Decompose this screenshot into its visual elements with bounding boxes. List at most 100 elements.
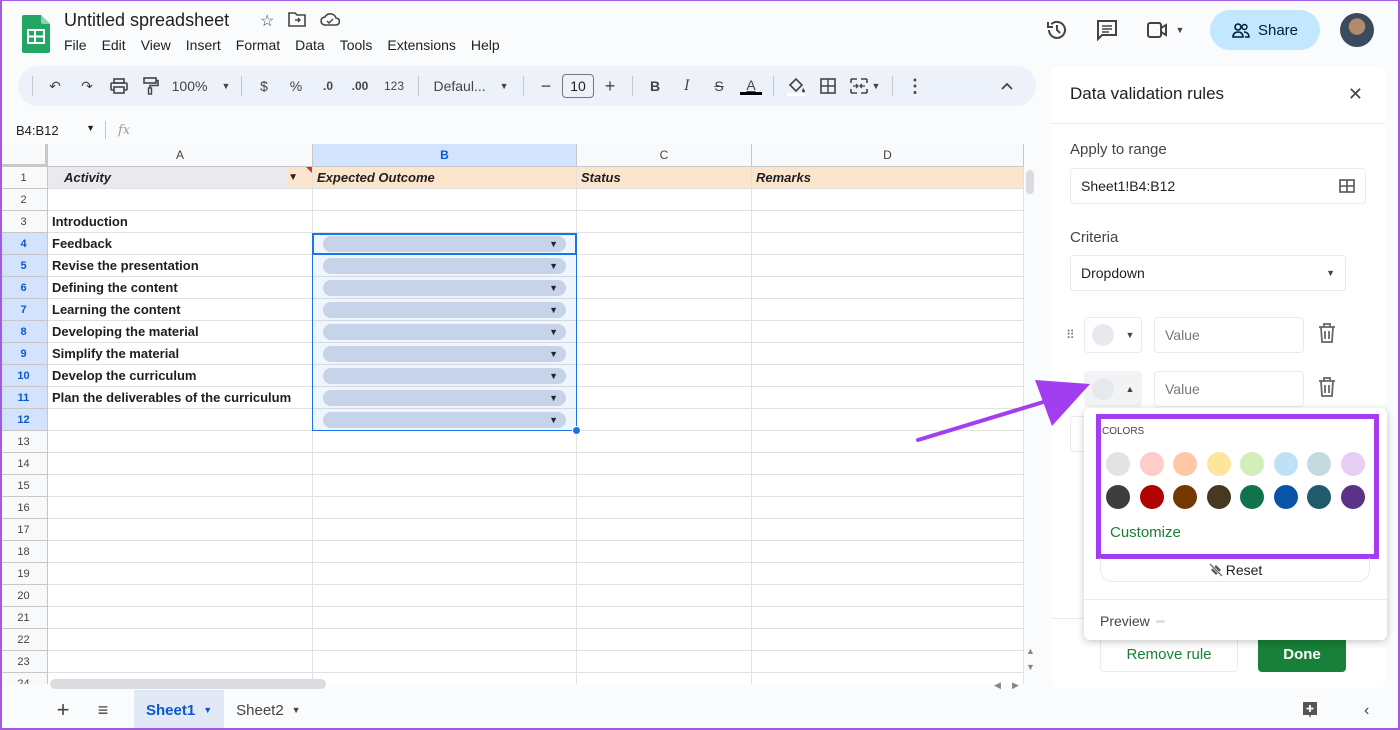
cell-b23[interactable] bbox=[313, 651, 577, 673]
cell-b19[interactable] bbox=[313, 563, 577, 585]
chevron-down-icon[interactable]: ▼ bbox=[292, 705, 301, 715]
cell-c12[interactable] bbox=[577, 409, 752, 431]
range-input[interactable]: Sheet1!B4:B12 bbox=[1070, 168, 1366, 204]
fill-color-icon[interactable] bbox=[781, 72, 811, 100]
option-value-input[interactable]: Value bbox=[1154, 371, 1304, 407]
cell-d19[interactable] bbox=[752, 563, 1024, 585]
vertical-scrollbar[interactable] bbox=[1026, 170, 1034, 194]
cell-d2[interactable] bbox=[752, 189, 1024, 211]
dark-color-swatch-8[interactable] bbox=[1340, 485, 1365, 509]
meet-icon[interactable]: ▼ bbox=[1140, 13, 1190, 47]
row-header[interactable]: 8 bbox=[0, 321, 48, 343]
cell-a3[interactable]: Introduction bbox=[48, 211, 313, 233]
cell-c1[interactable]: Status bbox=[577, 167, 752, 189]
dark-color-swatch-5[interactable] bbox=[1240, 485, 1264, 509]
cell-a22[interactable] bbox=[48, 629, 313, 651]
row-header[interactable]: 7 bbox=[0, 299, 48, 321]
cell-d1[interactable]: Remarks bbox=[752, 167, 1024, 189]
remove-rule-button[interactable]: Remove rule bbox=[1100, 636, 1238, 672]
cell-c16[interactable] bbox=[577, 497, 752, 519]
light-color-swatch-6[interactable] bbox=[1273, 452, 1298, 476]
cell-a2[interactable] bbox=[48, 189, 313, 211]
dropdown-chip[interactable]: ▼ bbox=[323, 324, 566, 340]
column-header-b[interactable]: B bbox=[313, 144, 577, 167]
row-header[interactable]: 18 bbox=[0, 541, 48, 563]
version-history-icon[interactable] bbox=[1040, 13, 1074, 47]
dark-color-swatch-2[interactable] bbox=[1139, 485, 1164, 509]
delete-icon[interactable] bbox=[1318, 322, 1336, 348]
meet-dropdown-icon[interactable]: ▼ bbox=[1176, 25, 1185, 35]
row-header[interactable]: 5 bbox=[0, 255, 48, 277]
row-header[interactable]: 23 bbox=[0, 651, 48, 673]
cell-c8[interactable] bbox=[577, 321, 752, 343]
cell-a6[interactable]: Defining the content bbox=[48, 277, 313, 299]
cell-d4[interactable] bbox=[752, 233, 1024, 255]
currency-format-button[interactable]: $ bbox=[249, 72, 279, 100]
cell-d16[interactable] bbox=[752, 497, 1024, 519]
cell-b6[interactable]: ▼ bbox=[313, 277, 577, 299]
menu-insert[interactable]: Insert bbox=[186, 37, 221, 53]
drag-handle-icon[interactable]: ⠿ bbox=[1066, 329, 1080, 341]
column-header-d[interactable]: D bbox=[752, 144, 1024, 167]
menu-data[interactable]: Data bbox=[295, 37, 325, 53]
cell-a10[interactable]: Develop the curriculum bbox=[48, 365, 313, 387]
cell-b8[interactable]: ▼ bbox=[313, 321, 577, 343]
cell-c10[interactable] bbox=[577, 365, 752, 387]
explore-icon[interactable] bbox=[1302, 701, 1318, 724]
close-icon[interactable]: ✕ bbox=[1348, 84, 1363, 105]
menu-extensions[interactable]: Extensions bbox=[387, 37, 455, 53]
cell-b9[interactable]: ▼ bbox=[313, 343, 577, 365]
avatar[interactable] bbox=[1340, 13, 1374, 47]
row-header[interactable]: 12 bbox=[0, 409, 48, 431]
cell-b14[interactable] bbox=[313, 453, 577, 475]
tab-sheet2[interactable]: Sheet2 ▼ bbox=[224, 690, 312, 730]
light-color-swatch-4[interactable] bbox=[1206, 452, 1231, 476]
cell-b11[interactable]: ▼ bbox=[313, 387, 577, 409]
cell-d24[interactable] bbox=[752, 673, 1024, 684]
select-all-corner[interactable] bbox=[0, 144, 48, 167]
row-header[interactable]: 16 bbox=[0, 497, 48, 519]
row-header[interactable]: 13 bbox=[0, 431, 48, 453]
reset-button[interactable]: Reset bbox=[1100, 558, 1370, 582]
cell-d6[interactable] bbox=[752, 277, 1024, 299]
italic-button[interactable]: I bbox=[672, 72, 702, 100]
done-button[interactable]: Done bbox=[1258, 636, 1346, 672]
cell-a12[interactable] bbox=[48, 409, 313, 431]
dropdown-chip[interactable]: ▼ bbox=[323, 280, 566, 296]
cell-c22[interactable] bbox=[577, 629, 752, 651]
increase-font-size-button[interactable]: + bbox=[595, 72, 625, 100]
dark-color-swatch-3[interactable] bbox=[1173, 485, 1197, 509]
menu-file[interactable]: File bbox=[64, 37, 87, 53]
row-header[interactable]: 4 bbox=[0, 233, 48, 255]
scroll-up-icon[interactable]: ▲ bbox=[1026, 646, 1035, 656]
cell-d17[interactable] bbox=[752, 519, 1024, 541]
dark-color-swatch-4[interactable] bbox=[1206, 485, 1231, 509]
cell-b3[interactable] bbox=[313, 211, 577, 233]
cell-d9[interactable] bbox=[752, 343, 1024, 365]
share-button[interactable]: Share bbox=[1210, 10, 1320, 50]
row-header[interactable]: 11 bbox=[0, 387, 48, 409]
more-formats-button[interactable]: 123 bbox=[377, 72, 411, 100]
side-panel-collapse-icon[interactable]: ‹ bbox=[1364, 702, 1369, 720]
row-header[interactable]: 2 bbox=[0, 189, 48, 211]
cell-c21[interactable] bbox=[577, 607, 752, 629]
cell-a23[interactable] bbox=[48, 651, 313, 673]
tab-sheet1[interactable]: Sheet1 ▼ bbox=[134, 690, 225, 730]
cell-c19[interactable] bbox=[577, 563, 752, 585]
cell-b17[interactable] bbox=[313, 519, 577, 541]
cell-b18[interactable] bbox=[313, 541, 577, 563]
borders-icon[interactable] bbox=[813, 72, 843, 100]
dropdown-chip[interactable]: ▼ bbox=[323, 302, 566, 318]
cell-a14[interactable] bbox=[48, 453, 313, 475]
cell-a16[interactable] bbox=[48, 497, 313, 519]
row-header[interactable]: 1 bbox=[0, 167, 48, 189]
cell-a13[interactable] bbox=[48, 431, 313, 453]
dropdown-chip[interactable]: ▼ bbox=[323, 258, 566, 274]
cell-a19[interactable] bbox=[48, 563, 313, 585]
dark-color-swatch-1[interactable] bbox=[1106, 485, 1130, 509]
dropdown-chip[interactable]: ▼ bbox=[323, 390, 566, 406]
row-header[interactable]: 24 bbox=[0, 673, 48, 684]
cell-d22[interactable] bbox=[752, 629, 1024, 651]
cell-d13[interactable] bbox=[752, 431, 1024, 453]
delete-icon[interactable] bbox=[1318, 376, 1336, 402]
